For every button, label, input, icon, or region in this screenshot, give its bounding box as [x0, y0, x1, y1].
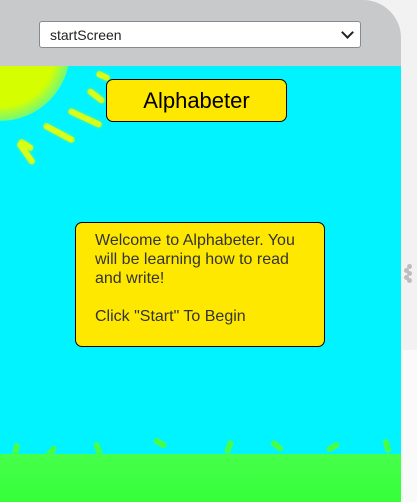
sun-ray [42, 122, 76, 144]
grass-blade [223, 439, 235, 455]
sun-icon [0, 66, 70, 121]
start-screen: Alphabeter Welcome to Alphabeter. You wi… [0, 66, 401, 502]
grass-blade [382, 438, 392, 454]
side-panel-background [403, 350, 417, 502]
grass-blade [269, 439, 285, 453]
grass-blade [325, 440, 341, 454]
screen-select-dropdown[interactable]: startScreen startScreen [39, 21, 361, 48]
title-label: Alphabeter [106, 79, 287, 122]
drag-handle-icon[interactable] [404, 264, 414, 294]
screen-selector-bar: startScreen startScreen [0, 0, 401, 66]
app-title: Alphabeter [143, 87, 250, 113]
app-preview-frame: startScreen startScreen Alphabeter Welco… [0, 0, 401, 502]
welcome-text-box: Welcome to Alphabeter. You will be learn… [75, 222, 325, 347]
sun-ray [86, 87, 106, 105]
grass-blade [152, 436, 168, 450]
sun-ray [67, 107, 103, 129]
grass-ground [0, 454, 401, 502]
